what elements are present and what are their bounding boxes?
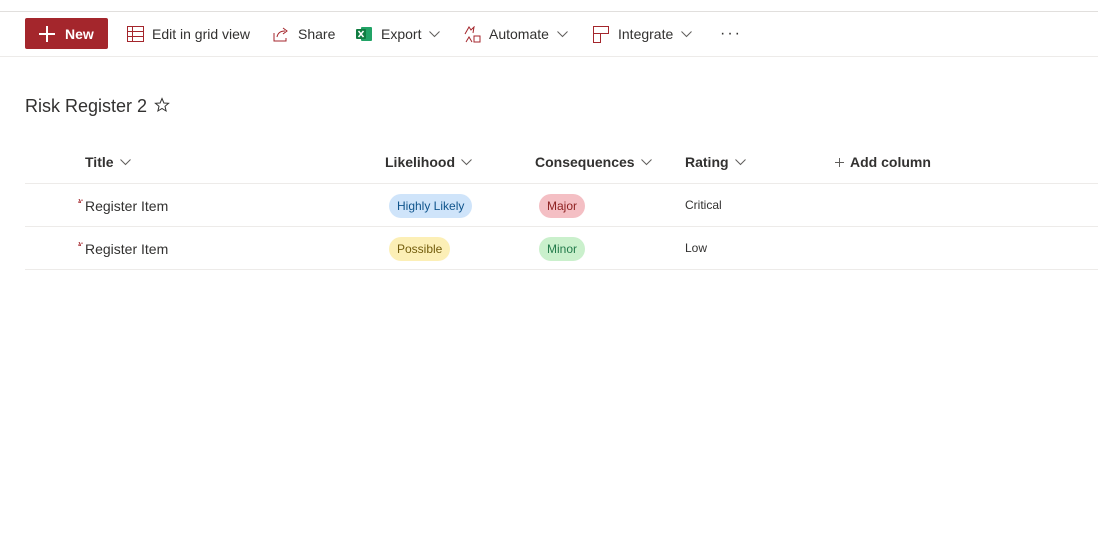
new-button-label: New [65, 25, 94, 42]
column-header-consequences[interactable]: Consequences [535, 152, 652, 172]
new-item-icon [77, 193, 85, 211]
add-column-button[interactable]: Add column [835, 152, 931, 172]
consequences-pill: Minor [539, 237, 586, 261]
automate-label: Automate [489, 26, 549, 42]
integrate-button[interactable]: Integrate [593, 12, 693, 56]
chevron-down-icon [429, 30, 441, 38]
flow-icon [464, 25, 481, 43]
command-bar: New Edit in grid view Share Export Autom… [0, 12, 1098, 57]
integrate-label: Integrate [618, 26, 674, 42]
chevron-down-icon [461, 158, 472, 166]
plus-icon [39, 25, 55, 42]
row-title-link[interactable]: Register Item [85, 198, 168, 214]
ellipsis-icon: ··· [720, 25, 742, 42]
likelihood-pill: Highly Likely [389, 194, 473, 218]
share-label: Share [298, 26, 336, 42]
grid-icon [127, 26, 144, 42]
column-header-title[interactable]: Title [85, 152, 131, 172]
integrate-icon [593, 25, 610, 43]
export-label: Export [381, 26, 422, 42]
chevron-down-icon [734, 158, 746, 166]
chevron-down-icon [557, 30, 568, 38]
column-header-rating[interactable]: Rating [685, 152, 746, 172]
edit-grid-view-label: Edit in grid view [152, 26, 251, 42]
more-options-button[interactable]: ··· [720, 12, 742, 56]
column-header-likelihood-label: Likelihood [385, 154, 455, 170]
export-button[interactable]: Export [356, 12, 441, 56]
consequences-pill: Major [539, 194, 586, 218]
rating-value: Low [685, 241, 708, 255]
new-item-icon [77, 236, 85, 254]
rating-value: Critical [685, 198, 722, 212]
share-icon [273, 27, 290, 42]
likelihood-pill: Possible [389, 237, 451, 261]
chevron-down-icon [640, 158, 652, 166]
column-header-rating-label: Rating [685, 154, 729, 170]
table-row[interactable]: Register Item Possible Minor Low [25, 227, 1098, 270]
table-row[interactable]: Register Item Highly Likely Major Critic… [25, 184, 1098, 227]
favorite-star-icon[interactable] [154, 97, 170, 118]
column-header-likelihood[interactable]: Likelihood [385, 152, 472, 172]
automate-button[interactable]: Automate [464, 12, 568, 56]
share-button[interactable]: Share [273, 12, 335, 56]
column-header-consequences-label: Consequences [535, 154, 635, 170]
chevron-down-icon [681, 30, 693, 38]
plus-icon [835, 157, 844, 167]
edit-grid-view-button[interactable]: Edit in grid view [127, 12, 250, 56]
add-column-label: Add column [850, 154, 931, 170]
excel-icon [356, 26, 373, 42]
page-title: Risk Register 2 [25, 96, 148, 116]
chevron-down-icon [119, 158, 131, 166]
row-title-link[interactable]: Register Item [85, 241, 168, 257]
column-header-title-label: Title [85, 154, 114, 170]
new-button[interactable]: New [25, 18, 108, 49]
